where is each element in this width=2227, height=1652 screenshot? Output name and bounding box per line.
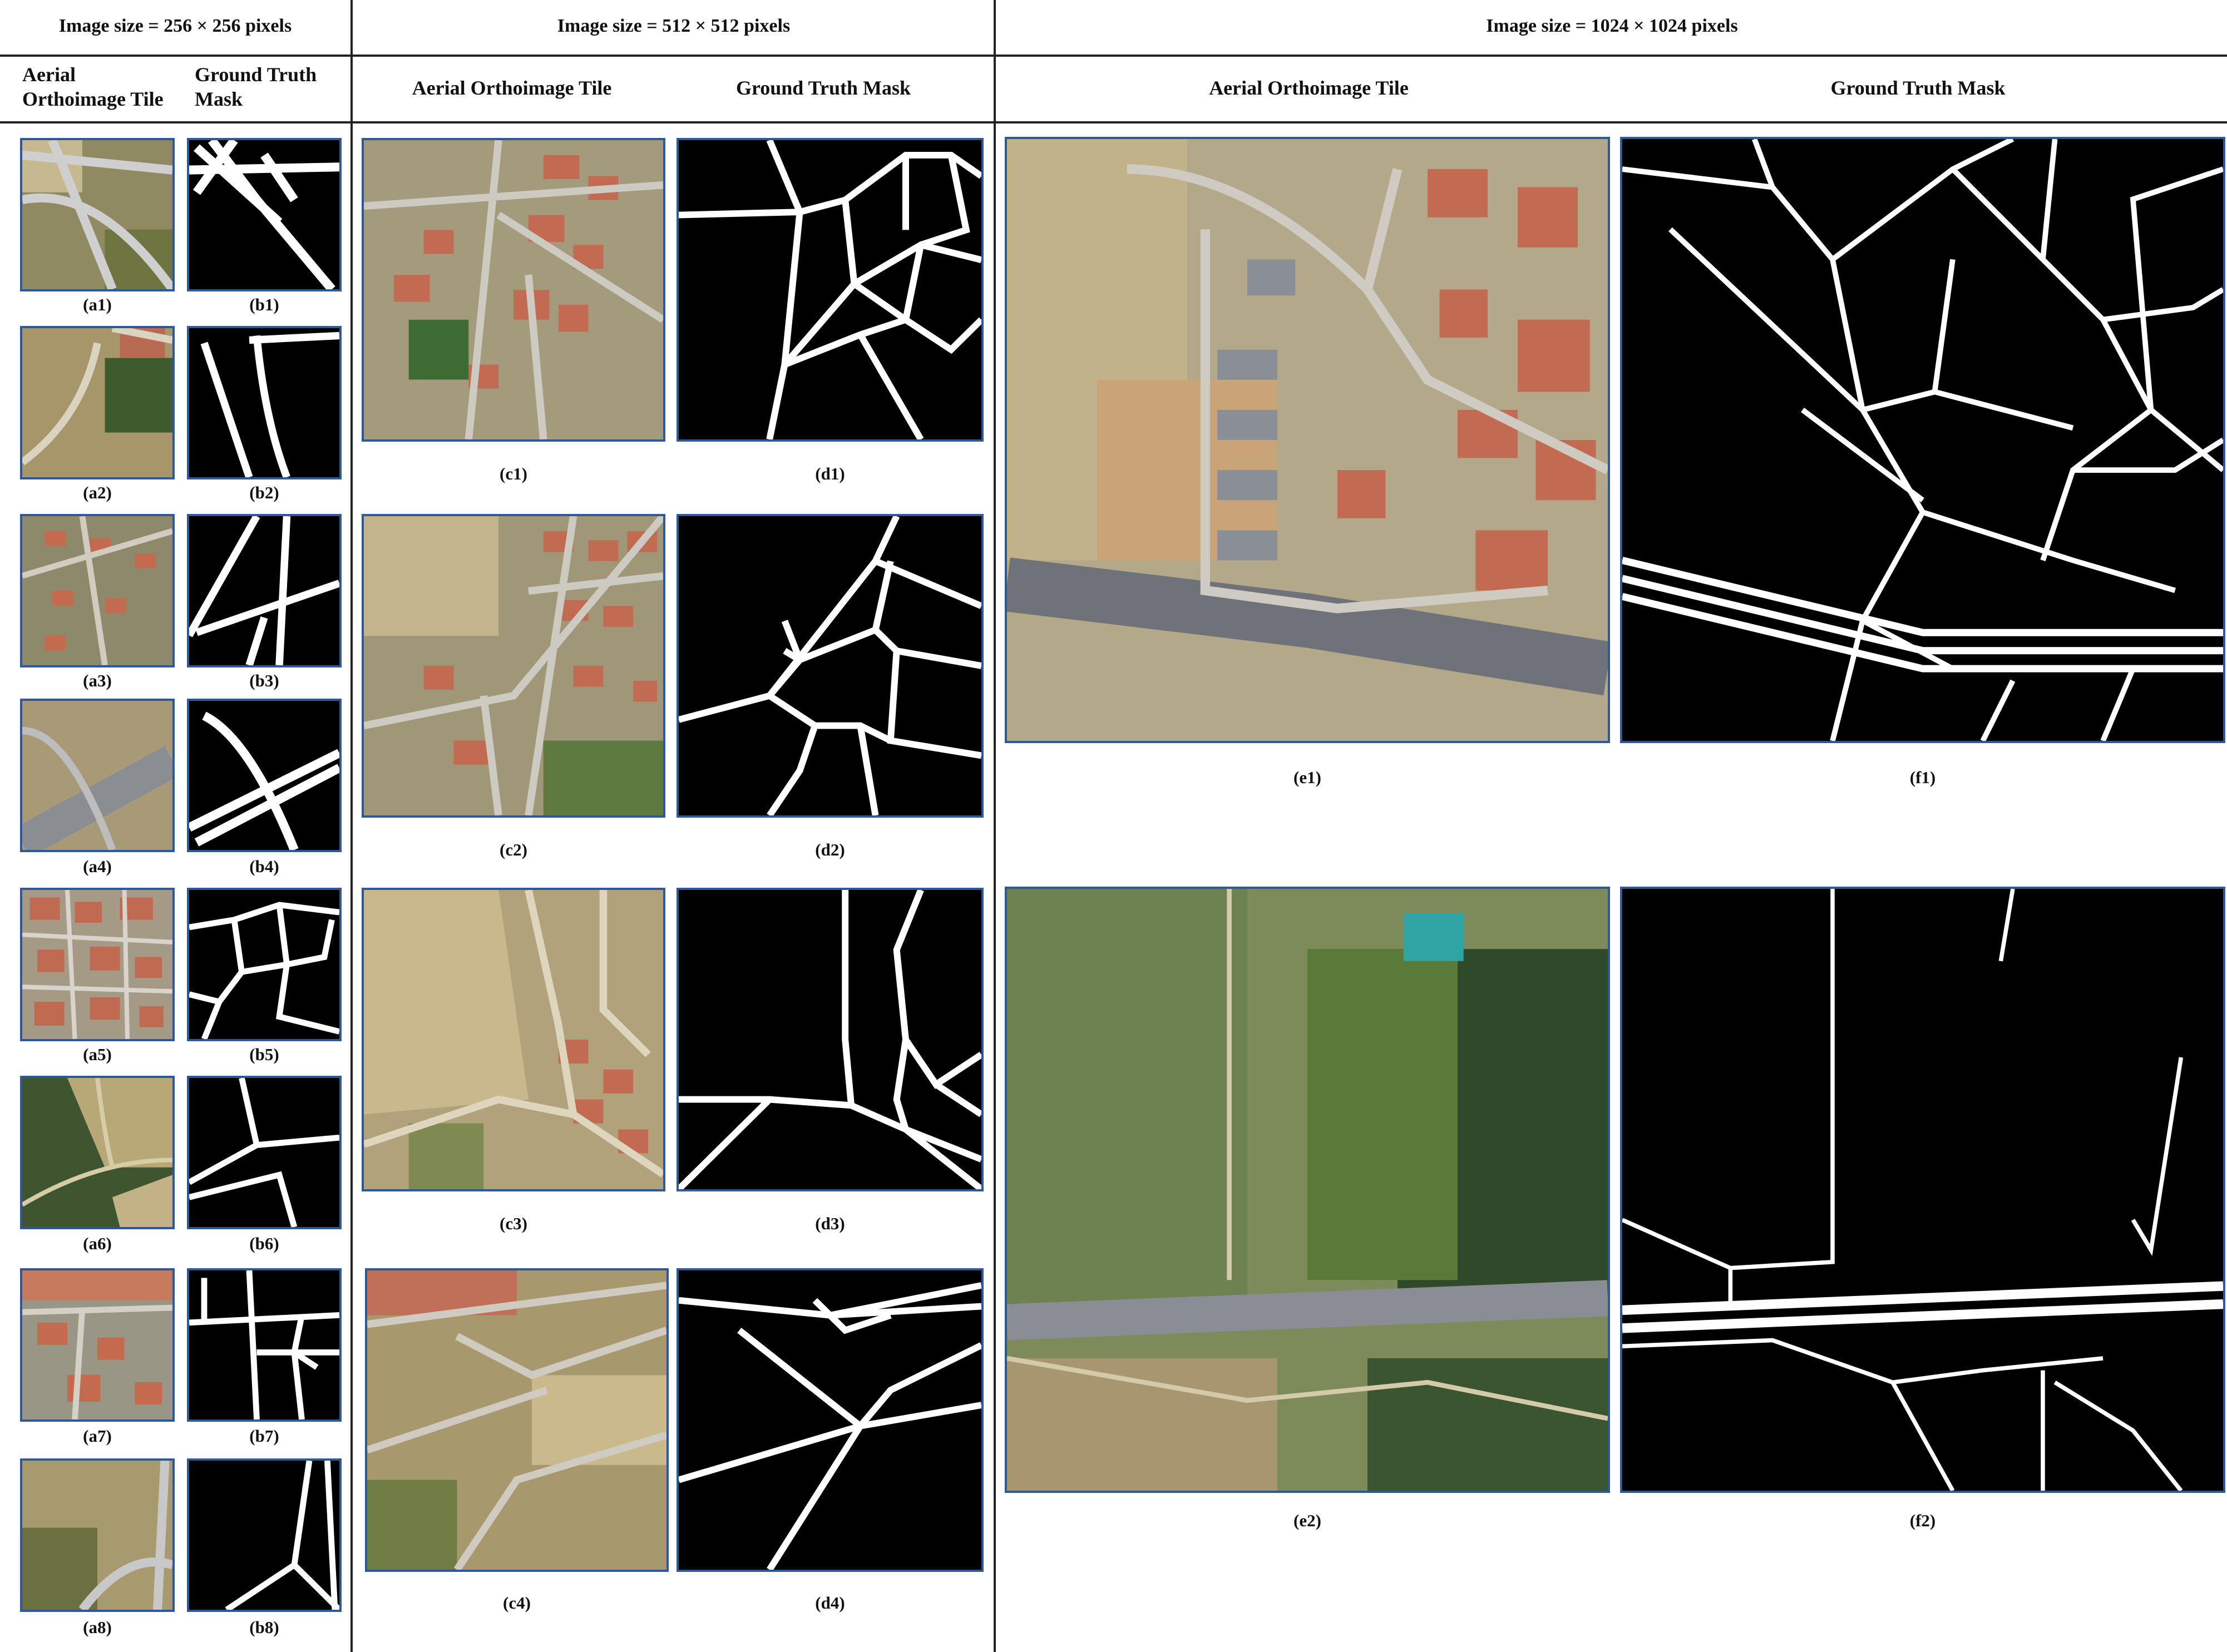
- aerial-tile-c1: [362, 138, 665, 442]
- mask-tile-d4: [677, 1268, 984, 1572]
- header-256: Image size = 256 × 256 pixels: [58, 16, 292, 36]
- column-divider-2: [994, 0, 996, 1652]
- aerial-tile-a5: [20, 888, 175, 1041]
- aerial-tile-a3: [20, 514, 175, 667]
- caption-a1: (a1): [83, 295, 112, 314]
- caption-f1: (f1): [1909, 768, 1936, 787]
- caption-e2: (e2): [1293, 1511, 1321, 1530]
- caption-d4: (d4): [815, 1593, 845, 1613]
- caption-b4: (b4): [249, 857, 279, 876]
- caption-e1: (e1): [1293, 768, 1321, 787]
- mask-tile-d3: [677, 888, 984, 1191]
- aerial-tile-c2: [362, 514, 665, 818]
- mask-tile-b2: [187, 326, 342, 479]
- caption-d1: (d1): [815, 464, 845, 483]
- subheader-1024-aerial: Aerial Orthoimage Tile: [1209, 77, 1409, 99]
- mask-tile-b6: [187, 1076, 342, 1229]
- aerial-tile-a2: [20, 326, 175, 479]
- mask-tile-f1: [1620, 137, 2225, 743]
- caption-a6: (a6): [83, 1234, 112, 1253]
- caption-b2: (b2): [249, 483, 279, 502]
- mask-tile-b8: [187, 1458, 342, 1612]
- caption-d3: (d3): [815, 1214, 845, 1233]
- caption-c4: (c4): [503, 1593, 531, 1613]
- header-divider-top: [0, 55, 2227, 57]
- subheader-512-mask: Ground Truth Mask: [735, 77, 911, 99]
- caption-a2: (a2): [83, 483, 112, 502]
- aerial-tile-a4: [20, 699, 175, 852]
- subheader-256-mask: Ground Truth Mask: [195, 63, 317, 110]
- aerial-tile-a6: [20, 1076, 175, 1229]
- aerial-tile-e1: [1005, 137, 1610, 743]
- column-divider-1: [350, 0, 353, 1652]
- caption-d2: (d2): [815, 840, 845, 859]
- aerial-tile-c4: [365, 1268, 669, 1572]
- caption-c2: (c2): [500, 840, 527, 859]
- caption-b3: (b3): [249, 671, 279, 690]
- header-divider-bottom: [0, 121, 2227, 123]
- caption-a5: (a5): [83, 1045, 112, 1064]
- header-1024: Image size = 1024 × 1024 pixels: [1486, 16, 1738, 36]
- mask-tile-f2: [1620, 887, 2225, 1493]
- caption-b5: (b5): [249, 1045, 279, 1064]
- header-512: Image size = 512 × 512 pixels: [557, 16, 791, 36]
- aerial-tile-a7: [20, 1268, 175, 1422]
- caption-b1: (b1): [249, 295, 279, 314]
- subheader-1024-mask: Ground Truth Mask: [1830, 77, 2006, 99]
- mask-tile-b5: [187, 888, 342, 1041]
- caption-c3: (c3): [500, 1214, 527, 1233]
- caption-c1: (c1): [500, 464, 527, 483]
- caption-a3: (a3): [83, 671, 112, 690]
- mask-tile-b4: [187, 699, 342, 852]
- caption-a8: (a8): [83, 1618, 112, 1637]
- caption-f2: (f2): [1909, 1511, 1936, 1530]
- caption-a4: (a4): [83, 857, 112, 876]
- mask-tile-b1: [187, 138, 342, 291]
- caption-b7: (b7): [249, 1426, 279, 1446]
- caption-b8: (b8): [249, 1618, 279, 1637]
- aerial-tile-a8: [20, 1458, 175, 1612]
- aerial-tile-e2: [1005, 887, 1610, 1493]
- subheader-512-aerial: Aerial Orthoimage Tile: [412, 77, 612, 99]
- mask-tile-d1: [677, 138, 984, 442]
- mask-tile-d2: [677, 514, 984, 818]
- mask-tile-b7: [187, 1268, 342, 1422]
- caption-b6: (b6): [249, 1234, 279, 1253]
- aerial-tile-a1: [20, 138, 175, 291]
- subheader-256-aerial: Aerial Orthoimage Tile: [22, 63, 164, 110]
- mask-tile-b3: [187, 514, 342, 667]
- caption-a7: (a7): [83, 1426, 112, 1446]
- aerial-tile-c3: [362, 888, 665, 1191]
